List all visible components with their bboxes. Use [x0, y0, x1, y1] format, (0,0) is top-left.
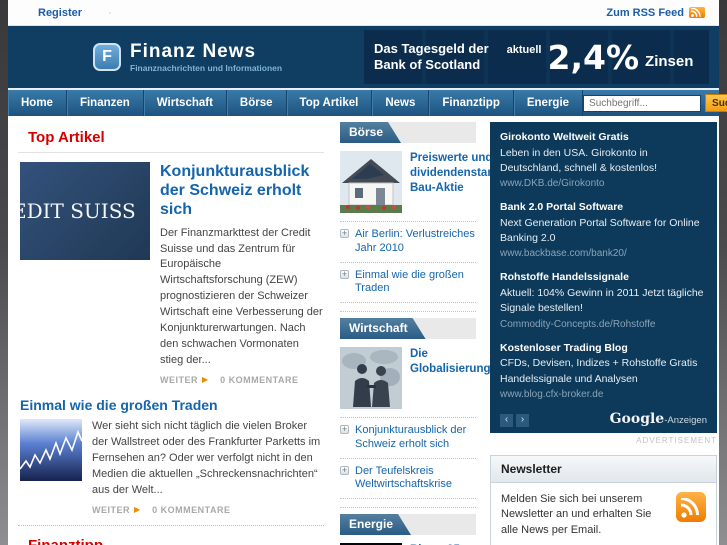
house-solar-image[interactable] — [340, 151, 402, 213]
credit-suisse-image[interactable]: EDIT SUISS — [20, 162, 150, 260]
google-ads-box: Girokonto Weltweit Gratis Leben in den U… — [490, 122, 717, 433]
ad-trading-blog[interactable]: Kostenloser Trading Blog CFDs, Devisen, … — [500, 341, 707, 402]
plus-icon: + — [340, 424, 349, 434]
section-tab-energie[interactable]: Energie — [340, 514, 411, 535]
article-link[interactable]: + Air Berlin: Verlustreiches Jahr 2010 — [340, 222, 476, 263]
topbar-separator: · — [108, 6, 112, 19]
article-konjunktur: EDIT SUISS Konjunkturausblick der Schwei… — [18, 162, 324, 395]
newsletter-heading: Newsletter — [491, 455, 716, 483]
banner-zinsen: Zinsen — [645, 52, 694, 70]
top-artikel-heading: Top Artikel — [18, 122, 324, 153]
nav-item-finanztipp[interactable]: Finanztipp — [429, 90, 514, 116]
banner-aktuell: aktuell — [506, 44, 542, 56]
plus-icon: + — [340, 228, 349, 238]
topbar: Register · Zum RSS Feed — [8, 0, 719, 26]
nav-item-finanzen[interactable]: Finanzen — [67, 90, 144, 116]
section-tab-boerse[interactable]: Börse — [340, 122, 401, 143]
article-link[interactable]: + Einmal wie die großen Traden — [340, 263, 476, 303]
globalization-image[interactable] — [340, 347, 402, 409]
section-boerse: Börse Preiswerte und dividendenstarke Ba… — [340, 122, 505, 303]
site-header: F Finanz News Finanznachrichten und Info… — [8, 26, 719, 88]
article-title[interactable]: Konjunkturausblick der Schweiz erholt si… — [160, 162, 324, 220]
section-tab-wirtschaft[interactable]: Wirtschaft — [340, 318, 426, 339]
weiter-link[interactable]: WEITER — [160, 375, 198, 385]
nav-item-news[interactable]: News — [372, 90, 430, 116]
rss-feed-link[interactable]: Zum RSS Feed — [606, 7, 684, 19]
logo-icon: F — [93, 43, 121, 71]
ads-next-button[interactable]: › — [516, 413, 529, 427]
article-link[interactable]: + Konjunkturausblick der Schweiz erholt … — [340, 418, 476, 459]
weiter-arrow-icon: ▶ — [202, 375, 209, 384]
search-button[interactable]: Suchen — [705, 94, 727, 112]
ads-prev-button[interactable]: ‹ — [500, 413, 513, 427]
article-teaser: Der Finanzmarkttest der Credit Suisse un… — [160, 226, 323, 367]
nav-item-top-artikel[interactable]: Top Artikel — [287, 90, 373, 116]
left-column: Top Artikel EDIT SUISS Konjunkturausblic… — [18, 122, 332, 545]
article-link[interactable]: + Der Teufelskreis Weltwirtschaftskrise — [340, 459, 476, 499]
comments-link[interactable]: 0 KOMMENTARE — [152, 505, 230, 515]
article-title[interactable]: Einmal wie die großen Traden — [20, 397, 324, 413]
site-title: Finanz News — [130, 40, 257, 62]
ad-bank-portal[interactable]: Bank 2.0 Portal Software Next Generation… — [500, 200, 707, 261]
main-nav: Home Finanzen Wirtschaft Börse Top Artik… — [8, 88, 727, 116]
page-wrapper: Register · Zum RSS Feed F Finanz News Fi… — [8, 0, 727, 545]
banner-line2: Bank of Scotland — [374, 57, 481, 72]
section-energie: Energie Bis zu 25 Prozent sp — [340, 507, 476, 545]
middle-column: Börse Preiswerte und dividendenstarke Ba… — [338, 122, 505, 545]
plus-icon: + — [340, 268, 349, 279]
weiter-arrow-icon: ▶ — [134, 504, 141, 514]
article-traden: Einmal wie die großen Traden Wer sieht s… — [18, 397, 324, 526]
weiter-link[interactable]: WEITER — [92, 505, 130, 515]
featured-article-title[interactable]: Die Globalisierung — [410, 347, 491, 409]
site-logo[interactable]: F Finanz News Finanznachrichten und Info… — [93, 42, 282, 73]
banner-rate: 2,4% — [547, 37, 640, 77]
advertisement-label: ADVERTISEMENT — [636, 435, 717, 445]
nav-item-boerse[interactable]: Börse — [227, 90, 287, 116]
newsletter-text: Melden Sie sich bei unserem Newsletter a… — [501, 492, 652, 536]
plus-icon: + — [340, 464, 349, 475]
nav-item-wirtschaft[interactable]: Wirtschaft — [144, 90, 227, 116]
register-link[interactable]: Register — [38, 7, 82, 19]
nav-item-home[interactable]: Home — [8, 90, 67, 116]
nav-item-energie[interactable]: Energie — [514, 90, 584, 116]
section-wirtschaft: Wirtschaft Die Globalisierung + Konjunkt… — [340, 311, 491, 499]
credit-suisse-logo-text: EDIT SUISS — [20, 199, 136, 223]
search-input[interactable] — [583, 94, 702, 112]
comments-link[interactable]: 0 KOMMENTARE — [220, 375, 298, 385]
banner-ad[interactable]: Das Tagesgeld der Bank of Scotland aktue… — [364, 30, 709, 84]
newsletter-box: Newsletter Melden Sie sich bei unserem N… — [490, 454, 717, 545]
stock-chart-image[interactable] — [20, 419, 82, 481]
google-anzeigen-logo[interactable]: Google-Anzeigen — [610, 411, 707, 427]
rss-icon[interactable] — [689, 7, 705, 18]
banner-line1: Das Tagesgeld der — [374, 40, 489, 56]
finanztipp-heading: Finanztipp — [18, 530, 324, 545]
article-teaser: Wer sieht sich nicht täglich die vielen … — [92, 420, 321, 496]
site-subtitle: Finanznachrichten und Informationen — [130, 62, 283, 73]
rss-icon[interactable] — [676, 491, 706, 522]
ad-rohstoffe[interactable]: Rohstoffe Handelssignale Aktuell: 104% G… — [500, 270, 707, 331]
right-column: Girokonto Weltweit Gratis Leben in den U… — [490, 122, 719, 545]
main-content: Top Artikel EDIT SUISS Konjunkturausblic… — [8, 116, 719, 545]
ad-girokonto[interactable]: Girokonto Weltweit Gratis Leben in den U… — [500, 130, 707, 191]
